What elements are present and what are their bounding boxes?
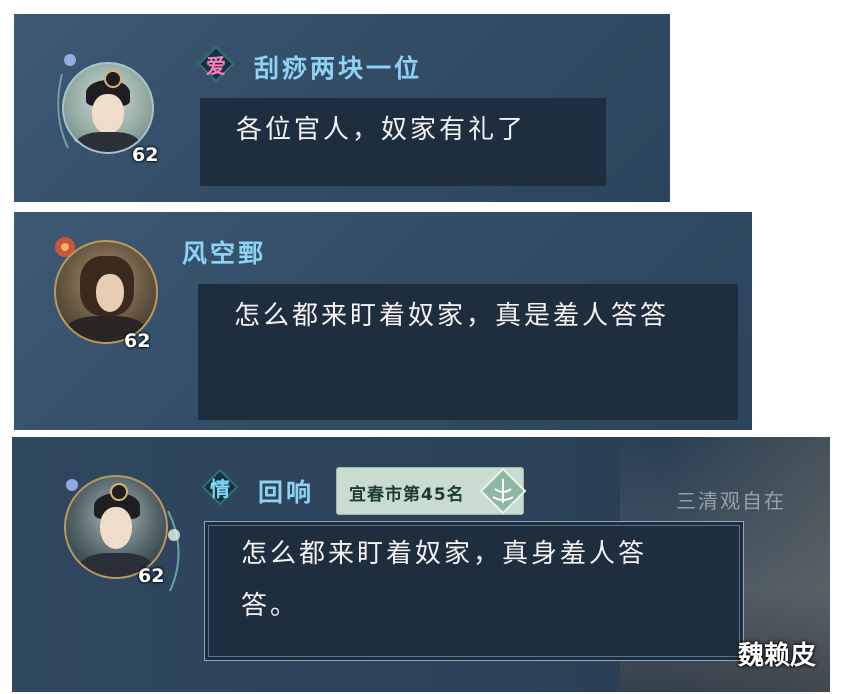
player-avatar[interactable] bbox=[54, 240, 158, 344]
chat-message-text: 怎么都来盯着奴家，真是羞人答答 bbox=[234, 301, 670, 331]
ranking-title-text: 宜春市第45名 bbox=[349, 485, 465, 505]
chat-message-panel: 62 风空鄄 怎么都来盯着奴家，真是羞人答答 bbox=[14, 212, 752, 430]
chat-message-text: 怎么都来盯着奴家，真身羞人答答。 bbox=[241, 539, 648, 621]
chat-message-text: 各位官人，奴家有礼了 bbox=[236, 115, 527, 145]
ranking-title-tag[interactable]: 宜春市第45名 bbox=[336, 467, 527, 515]
chat-bubble: 各位官人，奴家有礼了 bbox=[200, 98, 606, 186]
player-level: 62 bbox=[124, 330, 151, 352]
player-level: 62 bbox=[138, 565, 165, 587]
background-scene-text: 三清观自在 bbox=[676, 489, 786, 513]
chat-message-panel: 三清观自在 62 情 回响 宜春市第45名 怎么都来盯着奴家，真身羞人答答。 魏… bbox=[12, 437, 830, 692]
player-name[interactable]: 刮痧两块一位 bbox=[254, 49, 422, 85]
chat-bubble: 怎么都来盯着奴家，真身羞人答答。 bbox=[204, 521, 744, 661]
player-avatar[interactable] bbox=[64, 475, 168, 579]
chat-bubble: 怎么都来盯着奴家，真是羞人答答 bbox=[198, 284, 738, 420]
affinity-badge-icon: 情 bbox=[202, 469, 238, 505]
player-avatar[interactable] bbox=[62, 62, 154, 154]
watermark-text: 魏赖皮 bbox=[737, 641, 816, 671]
rank-emblem-icon bbox=[479, 467, 527, 515]
player-name[interactable]: 回响 bbox=[258, 473, 314, 509]
affinity-badge-icon: 爱 bbox=[198, 46, 234, 82]
chat-message-panel: 62 爱 刮痧两块一位 各位官人，奴家有礼了 bbox=[14, 14, 670, 202]
player-level: 62 bbox=[132, 144, 159, 166]
player-name[interactable]: 风空鄄 bbox=[182, 234, 266, 270]
